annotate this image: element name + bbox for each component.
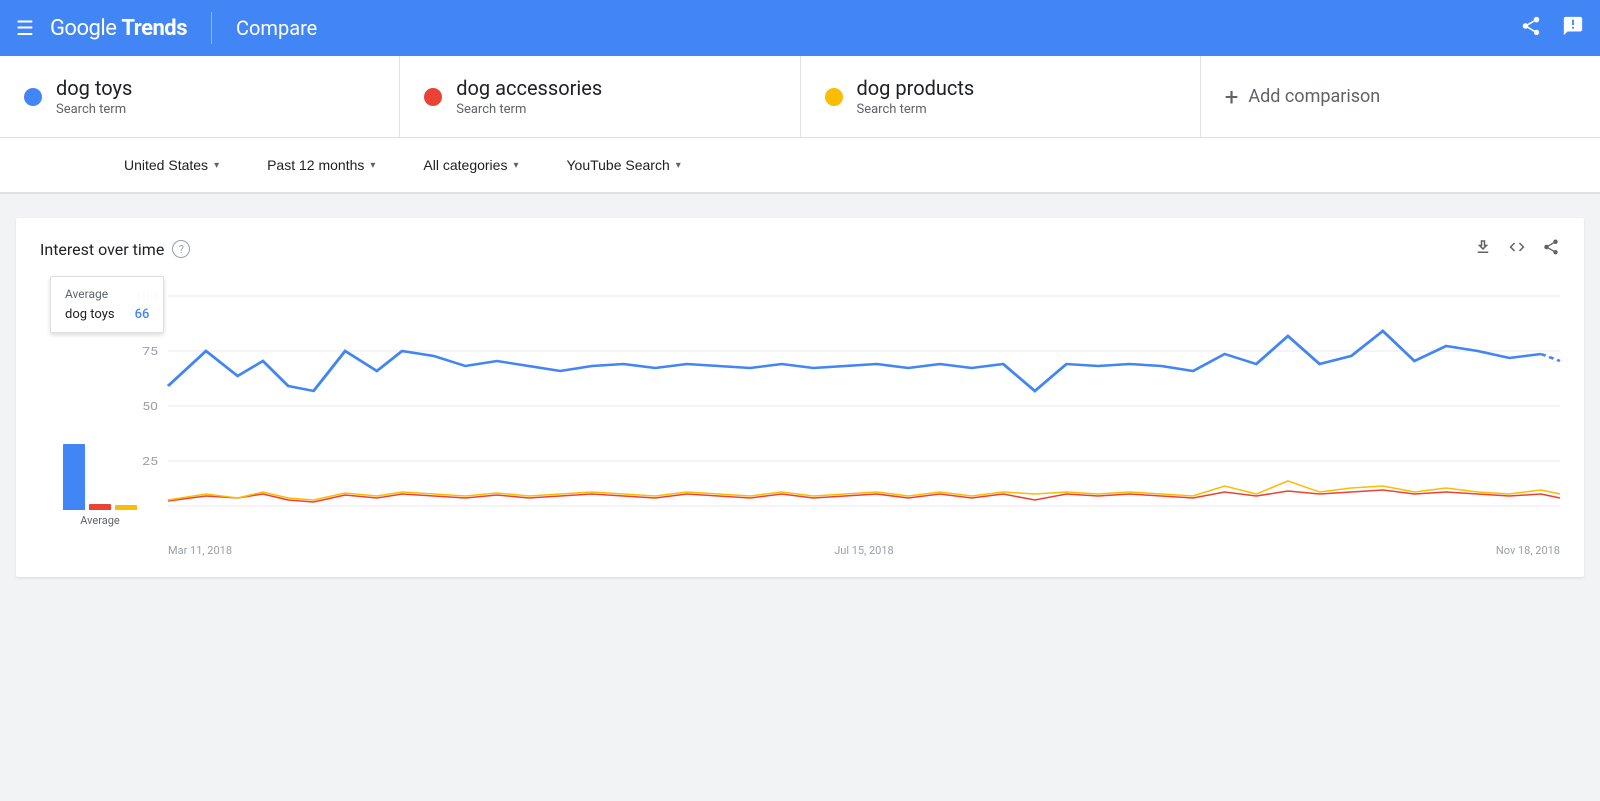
line-chart-svg: 100 75 50 25 (168, 276, 1560, 536)
location-arrow-icon: ▾ (214, 160, 219, 171)
dog-products-name: dog products (857, 76, 975, 100)
dog-toys-type: Search term (56, 102, 132, 117)
x-axis-labels: Mar 11, 2018 Jul 15, 2018 Nov 18, 2018 (168, 540, 1560, 557)
dog-toys-line (168, 331, 1541, 391)
line-chart-wrapper: 100 75 50 25 Mar 11, 2018 Jul 1 (160, 276, 1560, 557)
app-header: ☰ Google Trends Compare (0, 0, 1600, 56)
dog-products-text: dog products Search term (857, 76, 975, 117)
category-filter[interactable]: All categories ▾ (399, 138, 542, 192)
header-divider (211, 12, 212, 44)
header-actions (1520, 15, 1584, 42)
source-filter[interactable]: YouTube Search ▾ (542, 138, 704, 192)
dog-accessories-type: Search term (456, 102, 602, 117)
location-label: United States (124, 157, 208, 173)
chart-container: Average dog toys 66 Average (40, 276, 1560, 557)
dog-toys-name: dog toys (56, 76, 132, 100)
add-plus-icon: + (1225, 83, 1239, 111)
tooltip-box: Average dog toys 66 (50, 276, 164, 333)
card-header: Interest over time ? (40, 238, 1560, 260)
chart-left-panel: Average dog toys 66 Average (40, 276, 160, 557)
app-logo: Google Trends (50, 16, 187, 41)
search-term-dog-accessories[interactable]: dog accessories Search term (400, 56, 800, 137)
x-label-mar: Mar 11, 2018 (168, 544, 232, 557)
bar-dog-toys (63, 444, 85, 510)
time-label: Past 12 months (267, 157, 364, 173)
card-actions (1474, 238, 1560, 260)
search-terms-bar: dog toys Search term dog accessories Sea… (0, 56, 1600, 138)
card-title-row: Interest over time ? (40, 240, 190, 259)
interest-over-time-card: Interest over time ? Avera (16, 218, 1584, 577)
tooltip-title: Average (65, 287, 149, 301)
feedback-icon[interactable] (1562, 15, 1584, 42)
svg-text:75: 75 (142, 345, 158, 358)
category-arrow-icon: ▾ (513, 160, 518, 171)
dog-toys-text: dog toys Search term (56, 76, 132, 117)
download-icon[interactable] (1474, 238, 1492, 260)
embed-icon[interactable] (1508, 238, 1526, 260)
x-label-nov: Nov 18, 2018 (1496, 544, 1560, 557)
tooltip-value: 66 (135, 307, 150, 322)
svg-text:25: 25 (142, 455, 158, 468)
svg-text:50: 50 (142, 400, 158, 413)
bar-dog-products (115, 505, 137, 510)
dog-accessories-dot (424, 88, 442, 106)
x-label-jul: Jul 15, 2018 (834, 544, 894, 557)
tooltip-row: dog toys 66 (65, 307, 149, 322)
main-content: Interest over time ? Avera (0, 194, 1600, 601)
average-bar-chart (63, 430, 137, 510)
dog-products-dot (825, 88, 843, 106)
menu-icon[interactable]: ☰ (16, 16, 34, 40)
location-filter[interactable]: United States ▾ (100, 138, 243, 192)
dog-products-type: Search term (857, 102, 975, 117)
compare-label: Compare (236, 16, 317, 40)
filter-bar: United States ▾ Past 12 months ▾ All cat… (0, 138, 1600, 194)
dog-accessories-name: dog accessories (456, 76, 602, 100)
dog-accessories-text: dog accessories Search term (456, 76, 602, 117)
source-arrow-icon: ▾ (676, 160, 681, 171)
bar-dog-accessories (89, 504, 111, 510)
share-icon[interactable] (1520, 15, 1542, 42)
tooltip-term: dog toys (65, 307, 115, 322)
bar-chart-label: Average (80, 514, 120, 527)
add-comparison-button[interactable]: + Add comparison (1201, 56, 1600, 137)
dog-products-line (168, 481, 1560, 500)
dog-toys-dot (24, 88, 42, 106)
time-arrow-icon: ▾ (370, 160, 375, 171)
category-label: All categories (423, 157, 507, 173)
search-term-dog-products[interactable]: dog products Search term (801, 56, 1201, 137)
add-comparison-label: Add comparison (1248, 86, 1380, 107)
help-icon[interactable]: ? (172, 240, 190, 258)
dog-toys-dashed (1541, 354, 1560, 361)
time-filter[interactable]: Past 12 months ▾ (243, 138, 399, 192)
card-title: Interest over time (40, 240, 164, 259)
search-term-dog-toys[interactable]: dog toys Search term (0, 56, 400, 137)
source-label: YouTube Search (566, 157, 669, 173)
share-chart-icon[interactable] (1542, 238, 1560, 260)
